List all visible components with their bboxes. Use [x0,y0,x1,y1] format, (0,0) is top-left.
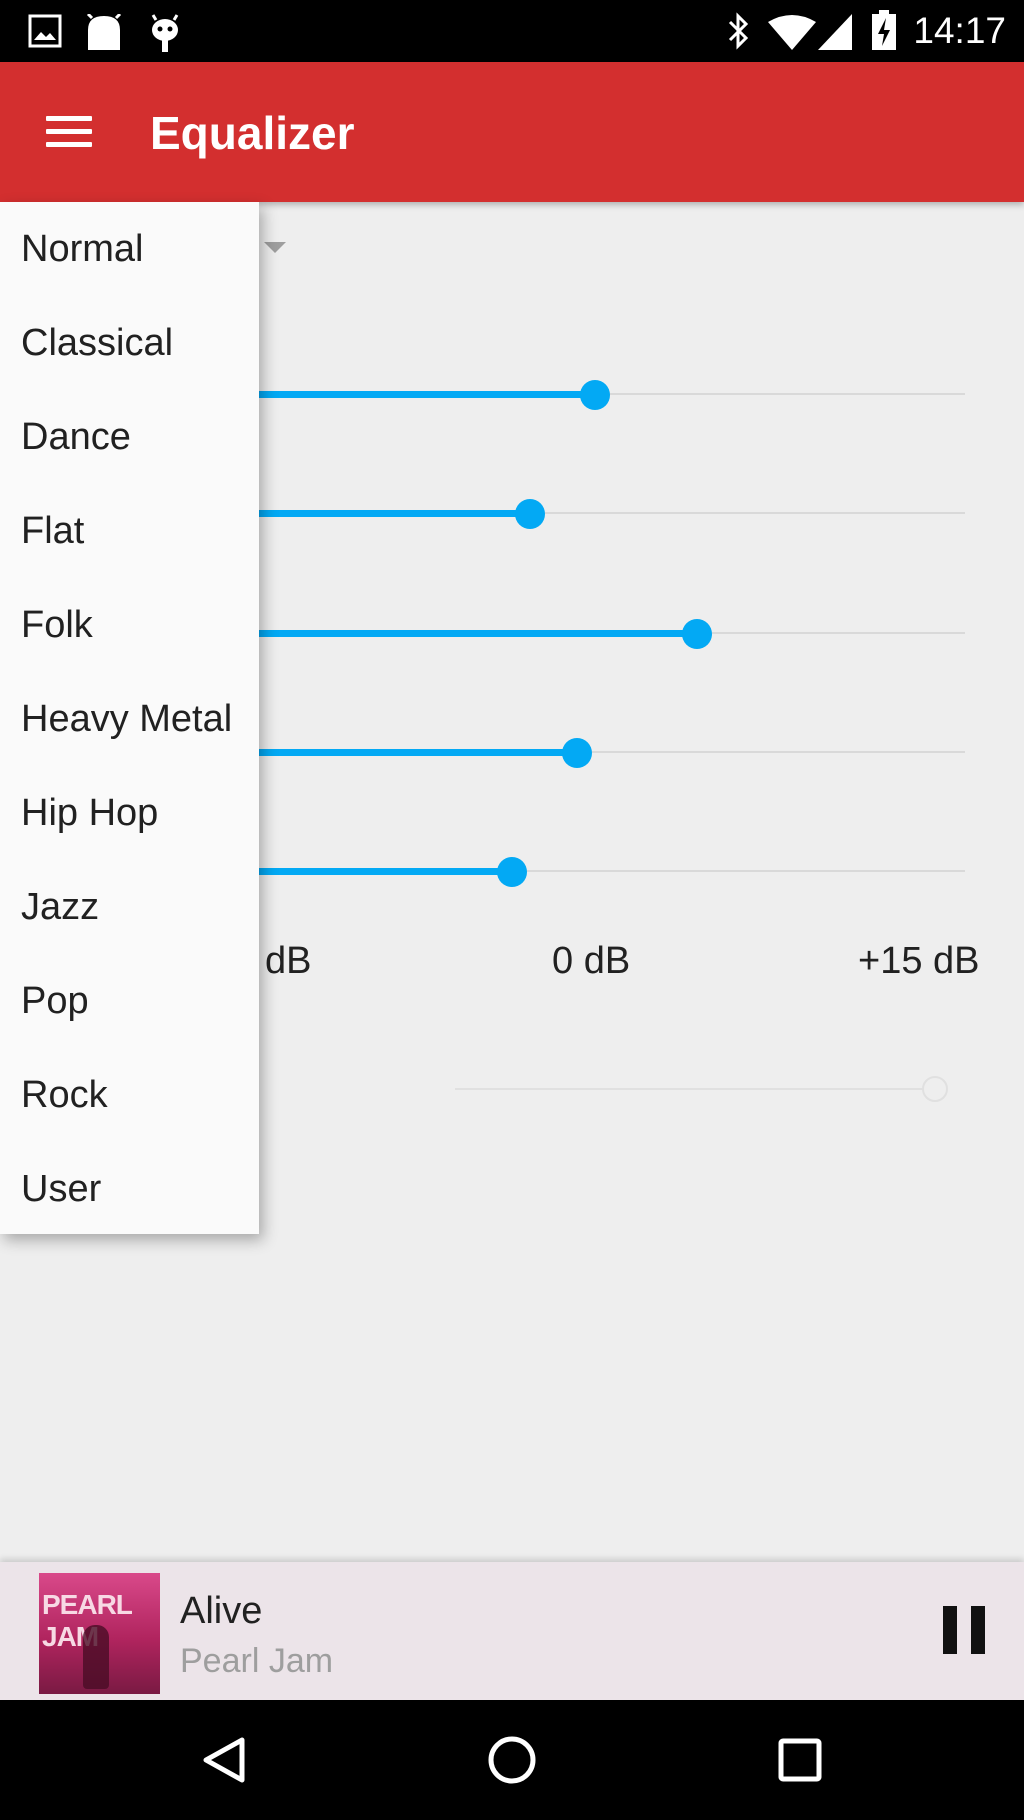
scale-label-min: dB [265,940,312,982]
slider-thumb[interactable] [515,499,545,529]
slider-thumb[interactable] [682,619,712,649]
menu-icon[interactable] [40,107,98,157]
dropdown-item-rock[interactable]: Rock [0,1048,259,1142]
status-time: 14:17 [913,10,1006,51]
album-art[interactable]: PEARL JAM [39,1573,160,1694]
scale-label-mid: 0 dB [552,940,631,982]
dropdown-item-classical[interactable]: Classical [0,296,259,390]
app-bar: Equalizer [0,62,1024,202]
preset-dropdown: Normal Classical Dance Flat Folk Heavy Metal H… [0,202,259,1234]
slider-track [455,1088,935,1090]
bluetooth-icon [728,12,749,50]
battery-charging-icon [872,10,896,50]
pause-icon[interactable] [940,1606,988,1654]
wifi-icon [768,15,816,50]
slider-thumb[interactable] [922,1076,948,1102]
slider-thumb[interactable] [562,738,592,768]
android-icon [86,14,122,50]
dropdown-item-dance[interactable]: Dance [0,390,259,484]
bass-boost-slider[interactable] [455,1070,948,1110]
dropdown-item-hip-hop[interactable]: Hip Hop [0,766,259,860]
preset-spinner-arrow-icon[interactable] [264,242,286,253]
dropdown-item-normal[interactable]: Normal [0,202,259,296]
recents-icon[interactable] [770,1730,830,1790]
scale-label-max: +15 dB [858,940,980,982]
track-title: Alive [180,1590,263,1632]
now-playing-bar[interactable]: PEARL JAM Alive Pearl Jam [0,1562,1024,1700]
track-artist: Pearl Jam [180,1642,334,1680]
slider-thumb[interactable] [497,857,527,887]
signal-icon [818,14,852,50]
back-icon[interactable] [196,1730,256,1790]
dropdown-item-pop[interactable]: Pop [0,954,259,1048]
dropdown-item-user[interactable]: User [0,1142,259,1236]
dropdown-item-heavy-metal[interactable]: Heavy Metal [0,672,259,766]
slider-thumb[interactable] [580,380,610,410]
image-icon [28,14,62,48]
dropdown-item-folk[interactable]: Folk [0,578,259,672]
page-title: Equalizer [150,107,355,159]
dropdown-item-jazz[interactable]: Jazz [0,860,259,954]
system-nav-bar [0,1700,1024,1820]
android-debug-icon [151,14,179,52]
home-icon[interactable] [482,1730,542,1790]
status-bar: 14:17 [0,0,1024,62]
dropdown-item-flat[interactable]: Flat [0,484,259,578]
